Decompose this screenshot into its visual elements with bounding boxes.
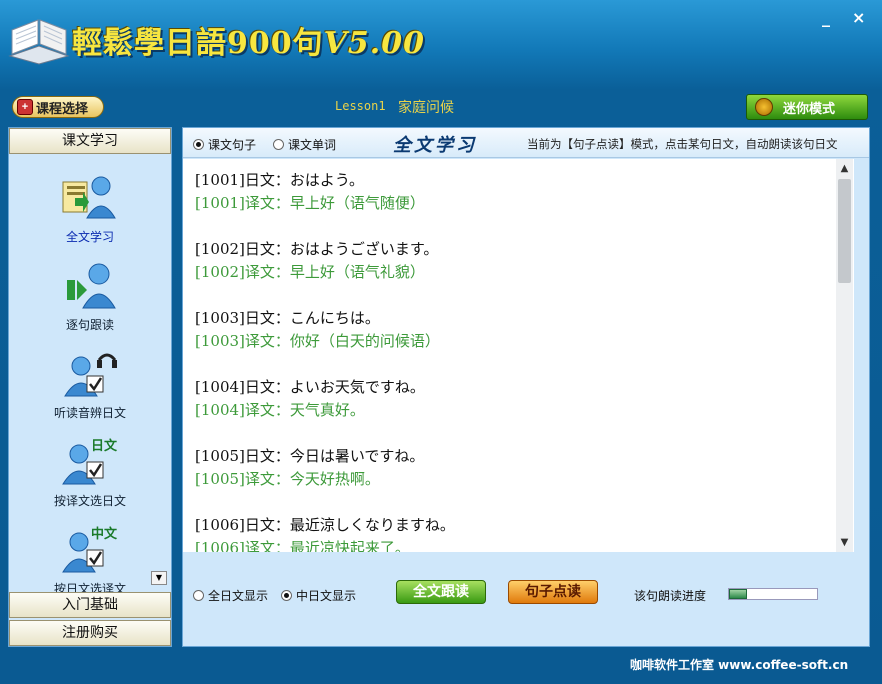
list-item[interactable]: [1004]日文：よいお天気ですね。 [1004]译文：天气真好。 (195, 376, 425, 422)
sentence-text-area: [1001]日文：おはよう。 [1001]译文：早上好（语气随便） [1002]… (183, 159, 854, 552)
sidebar-item-list: 全文学习 逐句跟读 听读音辨日文 日文 按译文选日文 中文 按日文选译文 (9, 154, 171, 592)
reading-progress-bar (728, 588, 818, 600)
film-reel-icon (755, 98, 773, 116)
mini-mode-label: 迷你模式 (783, 101, 836, 117)
sidebar-item-jp-select-translate[interactable]: 中文 按日文选译文 (9, 514, 171, 592)
jp-select-translate-badge: 中文 (91, 526, 118, 542)
jp-select-translate-icon: 中文 (62, 526, 118, 573)
sentence-translation: [1003]译文：你好（白天的问候语） (195, 332, 440, 350)
translate-select-jp-icon: 日文 (62, 438, 118, 485)
sentence-translation: [1001]译文：早上好（语气随便） (195, 194, 425, 212)
sidebar-header-lesson-study[interactable]: 课文学习 (9, 128, 171, 154)
course-book-icon: + (17, 99, 33, 115)
sentence-japanese[interactable]: [1001]日文：おはよう。 (195, 169, 425, 192)
sidebar-item-label: 按日文选译文 (53, 582, 126, 592)
follow-read-icon (67, 263, 116, 309)
mode-hint: 当前为【句子点读】模式，点击某句日文，自动朗读该句日文 (527, 137, 838, 151)
radio-label: 全日文显示 (208, 589, 269, 603)
main-panel: 课文句子 课文单词 全文学习 当前为【句子点读】模式，点击某句日文，自动朗读该句… (182, 127, 870, 647)
title-bar: 輕鬆學日語900句V5.00 _ × (0, 0, 882, 90)
footer-credit: 咖啡软件工作室 www.coffee-soft.cn (630, 658, 849, 672)
list-item[interactable]: [1005]日文：今日は暑いですね。 [1005]译文：今天好热啊。 (195, 445, 424, 491)
translate-select-jp-badge: 日文 (91, 438, 118, 454)
sidebar-item-label: 全文学习 (65, 230, 114, 244)
app-window: 輕鬆學日語900句V5.00 _ × + 课程选择 Lesson1 家庭问候 迷… (0, 0, 882, 684)
radio-dot-unchecked (193, 590, 204, 601)
lesson-code: Lesson1 (335, 99, 386, 113)
radio-all-japanese[interactable]: 全日文显示 (193, 587, 268, 604)
mini-mode-button[interactable]: 迷你模式 (746, 94, 868, 120)
radio-dot-unchecked (273, 139, 284, 150)
sidebar-item-follow-read[interactable]: 逐句跟读 (9, 250, 171, 338)
list-item[interactable]: [1001]日文：おはよう。 [1001]译文：早上好（语气随便） (195, 169, 425, 215)
sidebar-header-register[interactable]: 注册购买 (9, 620, 171, 646)
fulltext-follow-button[interactable]: 全文跟读 (396, 580, 486, 604)
radio-lesson-words[interactable]: 课文单词 (273, 136, 336, 153)
main-bottom-bar: 全日文显示 中日文显示 全文跟读 句子点读 该句朗读进度 (183, 568, 869, 646)
course-select-label: 课程选择 (36, 100, 89, 116)
radio-chinese-japanese[interactable]: 中日文显示 (281, 587, 356, 604)
list-item[interactable]: [1002]日文：おはようございます。 [1002]译文：早上好（语气礼貌） (195, 238, 438, 284)
radio-lesson-sentences[interactable]: 课文句子 (193, 136, 256, 153)
sidebar-header-basics[interactable]: 入门基础 (9, 592, 171, 618)
sentence-translation: [1005]译文：今天好热啊。 (195, 470, 380, 488)
sidebar-scroll-down-button[interactable]: ▼ (151, 571, 167, 585)
progress-label: 该句朗读进度 (634, 589, 707, 603)
course-bar: + 课程选择 Lesson1 家庭问候 迷你模式 (0, 90, 882, 124)
scroll-down-arrow-icon[interactable]: ▼ (836, 535, 853, 550)
listen-identify-icon (64, 353, 117, 397)
scroll-up-arrow-icon[interactable]: ▲ (836, 161, 853, 176)
sentence-read-button[interactable]: 句子点读 (508, 580, 598, 604)
radio-label: 中日文显示 (296, 589, 357, 603)
sidebar: 课文学习 全文学习 逐句跟读 听读音辨日文 日文 按译文选日文 中文 按日文选译… (8, 127, 172, 647)
sentence-translation: [1006]译文：最近凉快起来了。 (195, 539, 410, 552)
radio-dot-checked (281, 590, 292, 601)
radio-label: 课文句子 (208, 138, 257, 152)
sidebar-item-label: 逐句跟读 (65, 318, 114, 332)
app-title-version: V5.00 (323, 26, 425, 61)
sentence-japanese[interactable]: [1004]日文：よいお天気ですね。 (195, 376, 425, 399)
course-select-button[interactable]: + 课程选择 (12, 96, 104, 118)
radio-dot-checked (193, 139, 204, 150)
fulltext-study-icon (62, 176, 116, 219)
scrollbar-thumb[interactable] (838, 179, 851, 283)
section-title: 全文学习 (393, 135, 477, 156)
sidebar-item-label: 听读音辨日文 (53, 406, 126, 420)
sentence-translation: [1004]译文：天气真好。 (195, 401, 365, 419)
app-title-main: 輕鬆學日語900句 (72, 26, 324, 61)
sidebar-item-translate-select-jp[interactable]: 日文 按译文选日文 (9, 426, 171, 514)
sentence-translation: [1002]译文：早上好（语气礼貌） (195, 263, 425, 281)
vertical-scrollbar[interactable]: ▲ ▼ (836, 159, 853, 552)
sentence-japanese[interactable]: [1003]日文：こんにちは。 (195, 307, 440, 330)
lesson-title: 家庭问候 (398, 100, 454, 116)
list-item[interactable]: [1006]日文：最近涼しくなりますね。 [1006]译文：最近凉快起来了。 (195, 514, 455, 552)
sentence-japanese[interactable]: [1005]日文：今日は暑いですね。 (195, 445, 424, 468)
minimize-button[interactable]: _ (822, 8, 830, 27)
book-logo-icon (8, 19, 70, 65)
list-item[interactable]: [1003]日文：こんにちは。 [1003]译文：你好（白天的问候语） (195, 307, 440, 353)
sidebar-item-label: 按译文选日文 (53, 494, 126, 508)
radio-label: 课文单词 (288, 138, 337, 152)
close-button[interactable]: × (852, 8, 865, 27)
app-title: 輕鬆學日語900句V5.00 (72, 18, 425, 62)
sentence-japanese[interactable]: [1006]日文：最近涼しくなりますね。 (195, 514, 455, 537)
sidebar-item-listen-identify[interactable]: 听读音辨日文 (9, 338, 171, 426)
sentence-japanese[interactable]: [1002]日文：おはようございます。 (195, 238, 438, 261)
main-top-bar: 课文句子 课文单词 全文学习 当前为【句子点读】模式，点击某句日文，自动朗读该句… (183, 128, 869, 158)
progress-fill (729, 589, 747, 599)
sidebar-item-fulltext-study[interactable]: 全文学习 (9, 162, 171, 250)
